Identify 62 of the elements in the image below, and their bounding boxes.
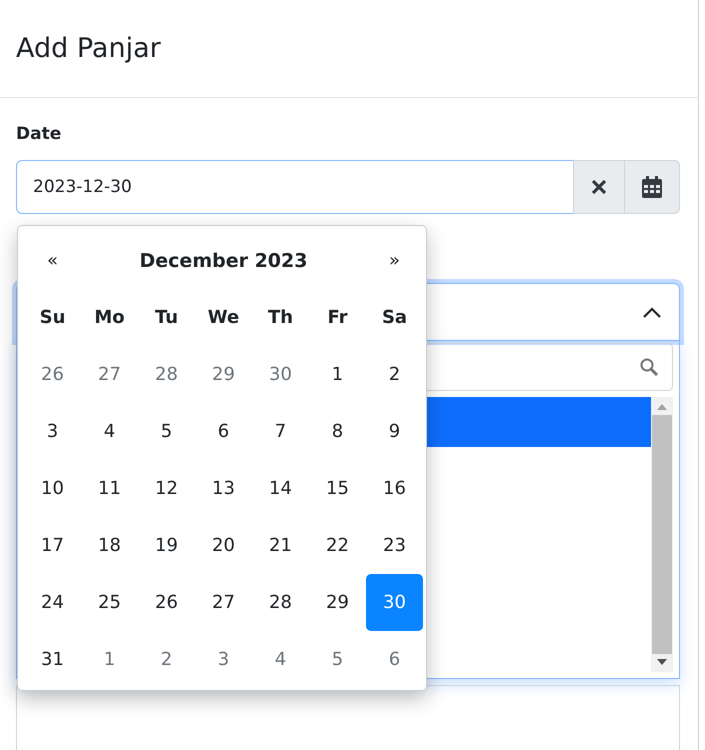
calendar-day[interactable]: 18 xyxy=(81,517,138,574)
calendar-day[interactable]: 26 xyxy=(24,346,81,403)
weekday-label: We xyxy=(206,306,240,330)
scrollbar[interactable] xyxy=(651,397,673,672)
calendar-day[interactable]: 28 xyxy=(138,346,195,403)
calendar-day[interactable]: 2 xyxy=(138,631,195,688)
calendar-day[interactable]: 12 xyxy=(138,460,195,517)
calendar-day[interactable]: 21 xyxy=(252,517,309,574)
calendar-day[interactable]: 1 xyxy=(81,631,138,688)
calendar-day[interactable]: 23 xyxy=(366,517,423,574)
weekday-label: Mo xyxy=(93,306,126,330)
calendar-day[interactable]: 9 xyxy=(366,403,423,460)
close-icon xyxy=(591,179,607,195)
calendar-day[interactable]: 3 xyxy=(195,631,252,688)
calendar-day[interactable]: 13 xyxy=(195,460,252,517)
calendar-day[interactable]: 28 xyxy=(252,574,309,631)
calendar-day[interactable]: 4 xyxy=(252,631,309,688)
weekday-label: Th xyxy=(266,306,294,330)
calendar-day[interactable]: 4 xyxy=(81,403,138,460)
date-label: Date xyxy=(16,124,62,144)
calendar-day[interactable]: 30 xyxy=(366,574,423,631)
calendar-day[interactable]: 22 xyxy=(309,517,366,574)
calendar-day[interactable]: 27 xyxy=(81,346,138,403)
calendar-day[interactable]: 6 xyxy=(195,403,252,460)
calendar-day[interactable]: 27 xyxy=(195,574,252,631)
calendar-day[interactable]: 29 xyxy=(309,574,366,631)
calendar-day[interactable]: 20 xyxy=(195,517,252,574)
calendar-icon xyxy=(642,176,662,198)
clear-button[interactable] xyxy=(573,160,625,214)
date-field[interactable]: 2023-12-30 xyxy=(16,160,574,214)
calendar-day[interactable]: 2 xyxy=(366,346,423,403)
calendar-day[interactable]: 26 xyxy=(138,574,195,631)
previous-month-button[interactable]: « xyxy=(24,232,81,289)
calendar-day[interactable]: 17 xyxy=(24,517,81,574)
calendar-day[interactable]: 31 xyxy=(24,631,81,688)
calendar-day[interactable]: 25 xyxy=(81,574,138,631)
scroll-down-icon[interactable] xyxy=(657,658,667,666)
calendar-day[interactable]: 11 xyxy=(81,460,138,517)
calendar-day[interactable]: 30 xyxy=(252,346,309,403)
month-title: December 2023 xyxy=(138,248,308,274)
weekday-label: Sa xyxy=(380,306,408,330)
calendar-day[interactable]: 24 xyxy=(24,574,81,631)
calendar-day[interactable]: 15 xyxy=(309,460,366,517)
calendar-day[interactable]: 5 xyxy=(138,403,195,460)
calendar-day[interactable]: 14 xyxy=(252,460,309,517)
calendar-day[interactable]: 8 xyxy=(309,403,366,460)
calendar-day[interactable]: 16 xyxy=(366,460,423,517)
calendar-day[interactable]: 29 xyxy=(195,346,252,403)
weekday-label: Tu xyxy=(154,306,180,330)
next-month-button[interactable]: » xyxy=(366,232,423,289)
calendar-day[interactable]: 10 xyxy=(24,460,81,517)
calendar-day[interactable]: 7 xyxy=(252,403,309,460)
calendar-day[interactable]: 3 xyxy=(24,403,81,460)
search-icon xyxy=(640,358,658,376)
weekday-label: Fr xyxy=(326,306,349,330)
calendar-day[interactable]: 5 xyxy=(309,631,366,688)
calendar-day[interactable]: 1 xyxy=(309,346,366,403)
dialog-title: Add Panjar xyxy=(16,33,161,64)
calendar-day[interactable]: 19 xyxy=(138,517,195,574)
calendar-button[interactable] xyxy=(624,160,680,214)
calendar-day[interactable]: 6 xyxy=(366,631,423,688)
weekday-label: Su xyxy=(38,306,66,330)
